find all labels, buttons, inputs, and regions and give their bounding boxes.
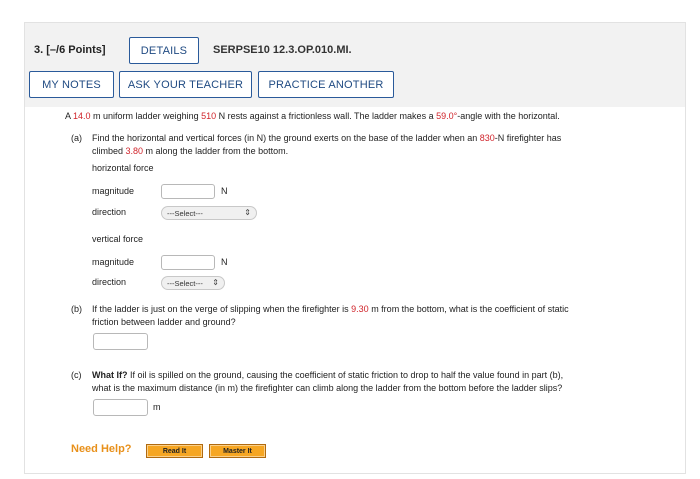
- vertical-magnitude-label: magnitude: [92, 257, 135, 267]
- text: m from the bottom, what is the coefficie…: [368, 304, 569, 314]
- text: Find the horizontal and vertical forces …: [92, 133, 480, 143]
- question-number-points: 3. [–/6 Points]: [34, 44, 106, 56]
- text: If the ladder is just on the verge of sl…: [92, 304, 352, 314]
- horizontal-unit: N: [221, 186, 228, 196]
- vertical-magnitude-input[interactable]: [161, 255, 215, 270]
- text: N rests against a frictionless wall. The…: [216, 111, 437, 121]
- text: If oil is spilled on the ground, causing…: [127, 370, 564, 380]
- text: A: [65, 111, 74, 121]
- horizontal-magnitude-input[interactable]: [161, 184, 215, 199]
- read-it-button[interactable]: Read It: [146, 444, 203, 458]
- text: climbed: [92, 146, 126, 156]
- question-card: 3. [–/6 Points] DETAILS SERPSE10 12.3.OP…: [24, 22, 686, 474]
- part-b-answer-input[interactable]: [93, 333, 148, 350]
- horizontal-magnitude-label: magnitude: [92, 186, 135, 196]
- vertical-force-heading: vertical force: [92, 234, 144, 244]
- select-value: ---Select---: [167, 278, 203, 288]
- question-number: 3.: [34, 44, 44, 56]
- given-firefighter-weight: 830: [479, 133, 495, 143]
- select-chevron-icon: ⇕: [244, 208, 251, 217]
- part-c-unit: m: [153, 402, 161, 412]
- given-distance: 3.80: [125, 146, 144, 156]
- part-b-question-line1: If the ladder is just on the verge of sl…: [92, 304, 569, 314]
- text: m along the ladder from the bottom.: [143, 146, 289, 156]
- text: m uniform ladder weighing: [90, 111, 202, 121]
- what-if-label: What If?: [92, 370, 128, 380]
- master-it-button[interactable]: Master It: [209, 444, 266, 458]
- details-button[interactable]: DETAILS: [129, 37, 199, 64]
- part-a-question-line1: Find the horizontal and vertical forces …: [92, 133, 561, 143]
- select-chevron-icon: ⇕: [212, 278, 219, 287]
- text: -angle with the horizontal.: [457, 111, 560, 121]
- given-angle: 59.0°: [436, 111, 458, 121]
- vertical-direction-select[interactable]: ---Select--- ⇕: [161, 276, 225, 290]
- select-value: ---Select---: [167, 208, 203, 218]
- problem-code: SERPSE10 12.3.OP.010.MI.: [213, 44, 352, 56]
- vertical-direction-label: direction: [92, 277, 127, 287]
- part-a-question-line2: climbed 3.80 m along the ladder from the…: [92, 146, 288, 156]
- given-length: 14.0: [73, 111, 91, 121]
- given-weight: 510: [201, 111, 217, 121]
- my-notes-button[interactable]: MY NOTES: [29, 71, 114, 98]
- problem-statement: A 14.0 m uniform ladder weighing 510 N r…: [65, 111, 560, 121]
- need-help-label: Need Help?: [71, 443, 132, 455]
- part-b-label: (b): [71, 304, 82, 314]
- vertical-unit: N: [221, 257, 228, 267]
- part-c-label: (c): [71, 370, 82, 380]
- part-a-label: (a): [71, 133, 82, 143]
- question-header: 3. [–/6 Points] DETAILS SERPSE10 12.3.OP…: [25, 23, 685, 107]
- practice-another-button[interactable]: PRACTICE ANOTHER: [258, 71, 394, 98]
- horizontal-direction-select[interactable]: ---Select--- ⇕: [161, 206, 257, 220]
- given-slip-distance: 9.30: [351, 304, 369, 314]
- points-label: [–/6 Points]: [46, 44, 106, 56]
- horizontal-force-heading: horizontal force: [92, 163, 154, 173]
- part-c-question-line1: What If? If oil is spilled on the ground…: [92, 370, 563, 380]
- part-c-question-line2: what is the maximum distance (in m) the …: [92, 383, 563, 393]
- part-c-answer-input[interactable]: [93, 399, 148, 416]
- text: -N firefighter has: [494, 133, 562, 143]
- part-b-question-line2: friction between ladder and ground?: [92, 317, 236, 327]
- ask-teacher-button[interactable]: ASK YOUR TEACHER: [119, 71, 252, 98]
- horizontal-direction-label: direction: [92, 207, 127, 217]
